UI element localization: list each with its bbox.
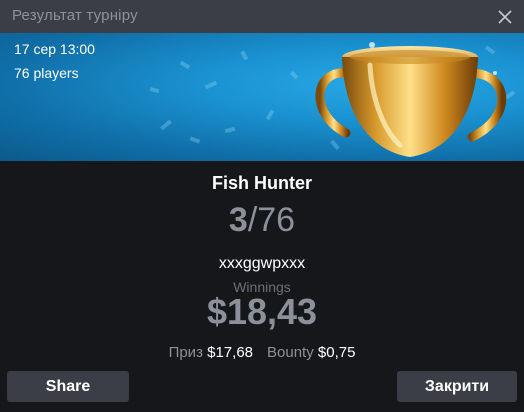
prize-label: Приз xyxy=(168,344,203,361)
place-separator: / xyxy=(247,201,258,239)
player-name: xxxggwpxxx xyxy=(218,255,306,272)
bounty-label: Bounty xyxy=(267,344,314,361)
total-players: 76 xyxy=(257,201,296,239)
close-button[interactable]: Закрити xyxy=(397,371,517,402)
winnings-amount: $18,43 xyxy=(206,291,318,332)
tournament-banner: 17 сер 13:00 76 players xyxy=(0,33,524,161)
finishing-place: 3/76 xyxy=(0,201,524,240)
title-bar: Результат турніру xyxy=(0,0,524,34)
close-window-button[interactable] xyxy=(492,4,518,30)
bounty-value: $0,75 xyxy=(317,344,356,361)
close-icon xyxy=(492,4,518,30)
tournament-date: 17 сер 13:00 xyxy=(14,41,95,57)
tournament-player-count: 76 players xyxy=(14,65,79,81)
share-button[interactable]: Share xyxy=(7,371,129,402)
tournament-name: Fish Hunter xyxy=(211,173,312,193)
winnings-breakdown: Приз $17,68 Bounty $0,75 xyxy=(0,344,524,361)
trophy-icon xyxy=(300,33,524,161)
window-title: Результат турніру xyxy=(12,7,138,24)
tournament-result-dialog: Результат турніру 17 сер 13:00 76 player… xyxy=(0,0,524,412)
place-value: 3 xyxy=(228,201,248,239)
prize-value: $17,68 xyxy=(207,344,254,361)
